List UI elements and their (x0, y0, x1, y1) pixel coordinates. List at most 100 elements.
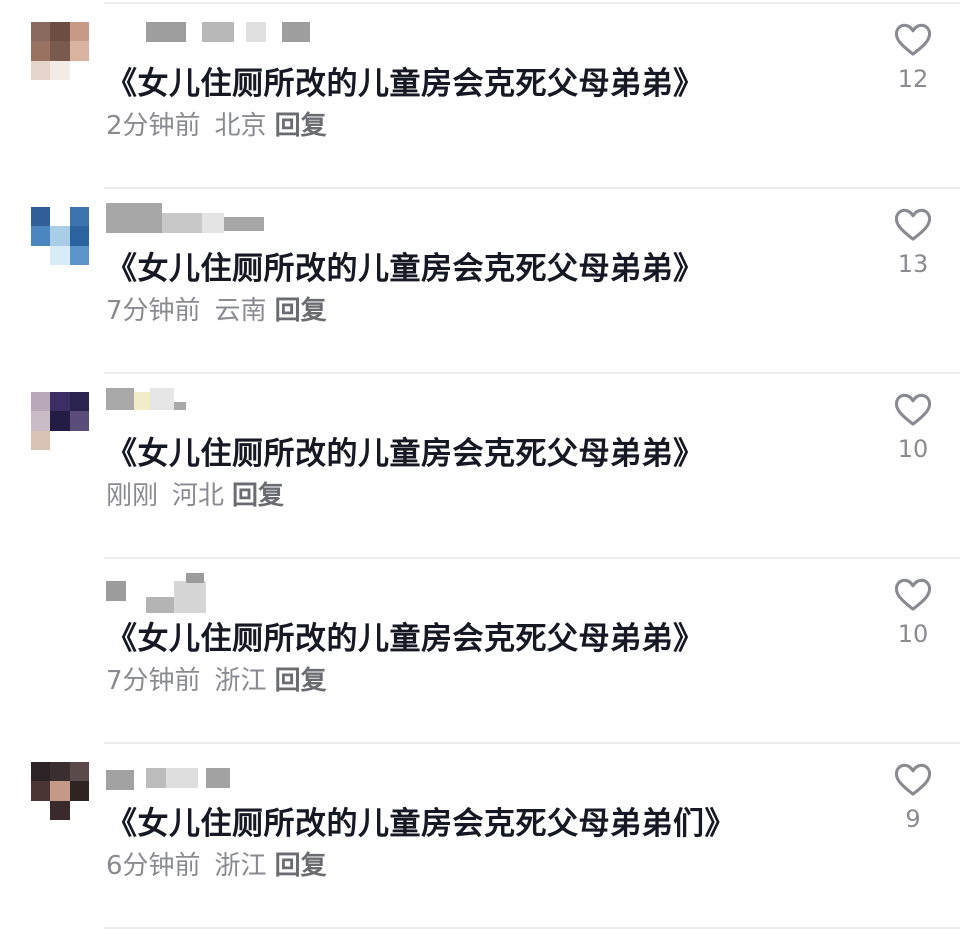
like-button[interactable]: 13 (882, 207, 944, 279)
avatar-pixel (69, 41, 89, 61)
avatar-pixel (69, 430, 89, 450)
username-pixel (186, 573, 204, 583)
username-pixel (202, 213, 224, 233)
avatar-pixel (50, 800, 70, 820)
avatar-pixel (31, 762, 51, 782)
avatar-pixel (69, 60, 89, 80)
username-pixel (106, 388, 134, 410)
like-button[interactable]: 9 (882, 762, 944, 834)
like-button[interactable]: 10 (882, 577, 944, 649)
reply-button[interactable]: 回复 (232, 478, 284, 514)
username-pixel (174, 402, 186, 410)
avatar-pixel (69, 781, 89, 801)
avatar-pixel (50, 245, 70, 265)
avatar-pixel (31, 207, 51, 227)
username-pixel (146, 768, 166, 788)
avatar-pixel (31, 60, 51, 80)
avatar-pixel (69, 226, 89, 246)
username-pixel (134, 392, 150, 410)
comment-location: 云南 (214, 296, 267, 326)
avatar-pixel (31, 781, 51, 801)
avatar-pixel (69, 207, 89, 227)
username-blurred[interactable] (106, 388, 306, 416)
reply-button[interactable]: 回复 (275, 848, 327, 884)
username-pixel (246, 22, 266, 42)
avatar-pixel (69, 615, 89, 635)
avatar-pixel (50, 430, 70, 450)
heart-outline-icon[interactable] (894, 762, 932, 798)
username-blurred[interactable] (106, 203, 306, 233)
avatar-pixel (69, 392, 89, 412)
reply-button[interactable]: 回复 (275, 293, 327, 329)
username-blurred[interactable] (106, 573, 306, 613)
avatar-pixel (31, 800, 51, 820)
username-blurred[interactable] (106, 758, 306, 790)
avatar[interactable] (31, 577, 89, 635)
comment-item[interactable]: 《女儿住厕所改的儿童房会克死父母弟弟》 7分钟前 云南 回复 13 (0, 189, 960, 374)
comment-location: 浙江 (214, 666, 267, 696)
comment-item[interactable]: 《女儿住厕所改的儿童房会克死父母弟弟》刚刚 河北 回复 10 (0, 374, 960, 559)
avatar-pixel (31, 41, 51, 61)
reply-button[interactable]: 回复 (275, 108, 327, 144)
heart-outline-icon[interactable] (894, 392, 932, 428)
username-blurred[interactable] (106, 18, 310, 46)
comment-time: 7分钟前 (106, 666, 201, 696)
comment-text: 《女儿住厕所改的儿童房会克死父母弟弟》 (106, 621, 705, 657)
comment-location: 北京 (214, 111, 267, 141)
comment-meta: 7分钟前 云南 回复 (106, 293, 327, 329)
avatar-pixel (69, 762, 89, 782)
avatar-pixel (69, 245, 89, 265)
username-pixel (206, 768, 230, 788)
like-button[interactable]: 12 (882, 22, 944, 94)
username-pixel (174, 581, 206, 613)
reply-button[interactable]: 回复 (275, 663, 327, 699)
username-pixel (106, 203, 162, 233)
comment-location: 浙江 (214, 851, 267, 881)
avatar-pixel (50, 207, 70, 227)
comment-meta: 6分钟前 浙江 回复 (106, 848, 327, 884)
username-pixel (282, 22, 310, 42)
avatar-pixel (31, 596, 51, 616)
comment-meta: 2分钟前 北京 回复 (106, 108, 327, 144)
avatar-pixel (69, 411, 89, 431)
avatar-pixel (50, 411, 70, 431)
comment-text: 《女儿住厕所改的儿童房会克死父母弟弟们》 (106, 806, 736, 842)
comment-text: 《女儿住厕所改的儿童房会克死父母弟弟》 (106, 436, 705, 472)
avatar[interactable] (31, 762, 89, 820)
username-pixel (162, 213, 202, 233)
avatar[interactable] (31, 207, 89, 265)
avatar-pixel (50, 392, 70, 412)
like-button[interactable]: 10 (882, 392, 944, 464)
avatar-pixel (50, 577, 70, 597)
like-count: 12 (897, 65, 929, 93)
avatar-pixel (69, 577, 89, 597)
comment-item[interactable]: 《女儿住厕所改的儿童房会克死父母弟弟们》 6分钟前 浙江 回复 9 (0, 744, 960, 929)
like-count: 10 (897, 620, 929, 648)
comment-item[interactable]: 《女儿住厕所改的儿童房会克死父母弟弟》 7分钟前 浙江 回复 10 (0, 559, 960, 744)
avatar[interactable] (31, 22, 89, 80)
like-count: 9 (905, 805, 921, 833)
avatar-pixel (31, 226, 51, 246)
heart-outline-icon[interactable] (894, 207, 932, 243)
comment-meta: 7分钟前 浙江 回复 (106, 663, 327, 699)
avatar-pixel (50, 781, 70, 801)
username-pixel (202, 22, 234, 42)
comment-time: 刚刚 (106, 481, 159, 511)
like-count: 10 (897, 435, 929, 463)
avatar-pixel (50, 41, 70, 61)
comment-time: 2分钟前 (106, 111, 201, 141)
comment-time: 7分钟前 (106, 296, 201, 326)
heart-outline-icon[interactable] (894, 577, 932, 613)
username-pixel (146, 597, 174, 613)
avatar-pixel (31, 22, 51, 42)
avatar[interactable] (31, 392, 89, 450)
comment-item[interactable]: 《女儿住厕所改的儿童房会克死父母弟弟》 2分钟前 北京 回复 12 (0, 4, 960, 189)
comment-text: 《女儿住厕所改的儿童房会克死父母弟弟》 (106, 251, 705, 287)
avatar-pixel (69, 596, 89, 616)
username-pixel (106, 770, 134, 790)
heart-outline-icon[interactable] (894, 22, 932, 58)
avatar-pixel (31, 245, 51, 265)
comment-time: 6分钟前 (106, 851, 201, 881)
comment-location: 河北 (172, 481, 225, 511)
username-pixel (166, 768, 198, 788)
